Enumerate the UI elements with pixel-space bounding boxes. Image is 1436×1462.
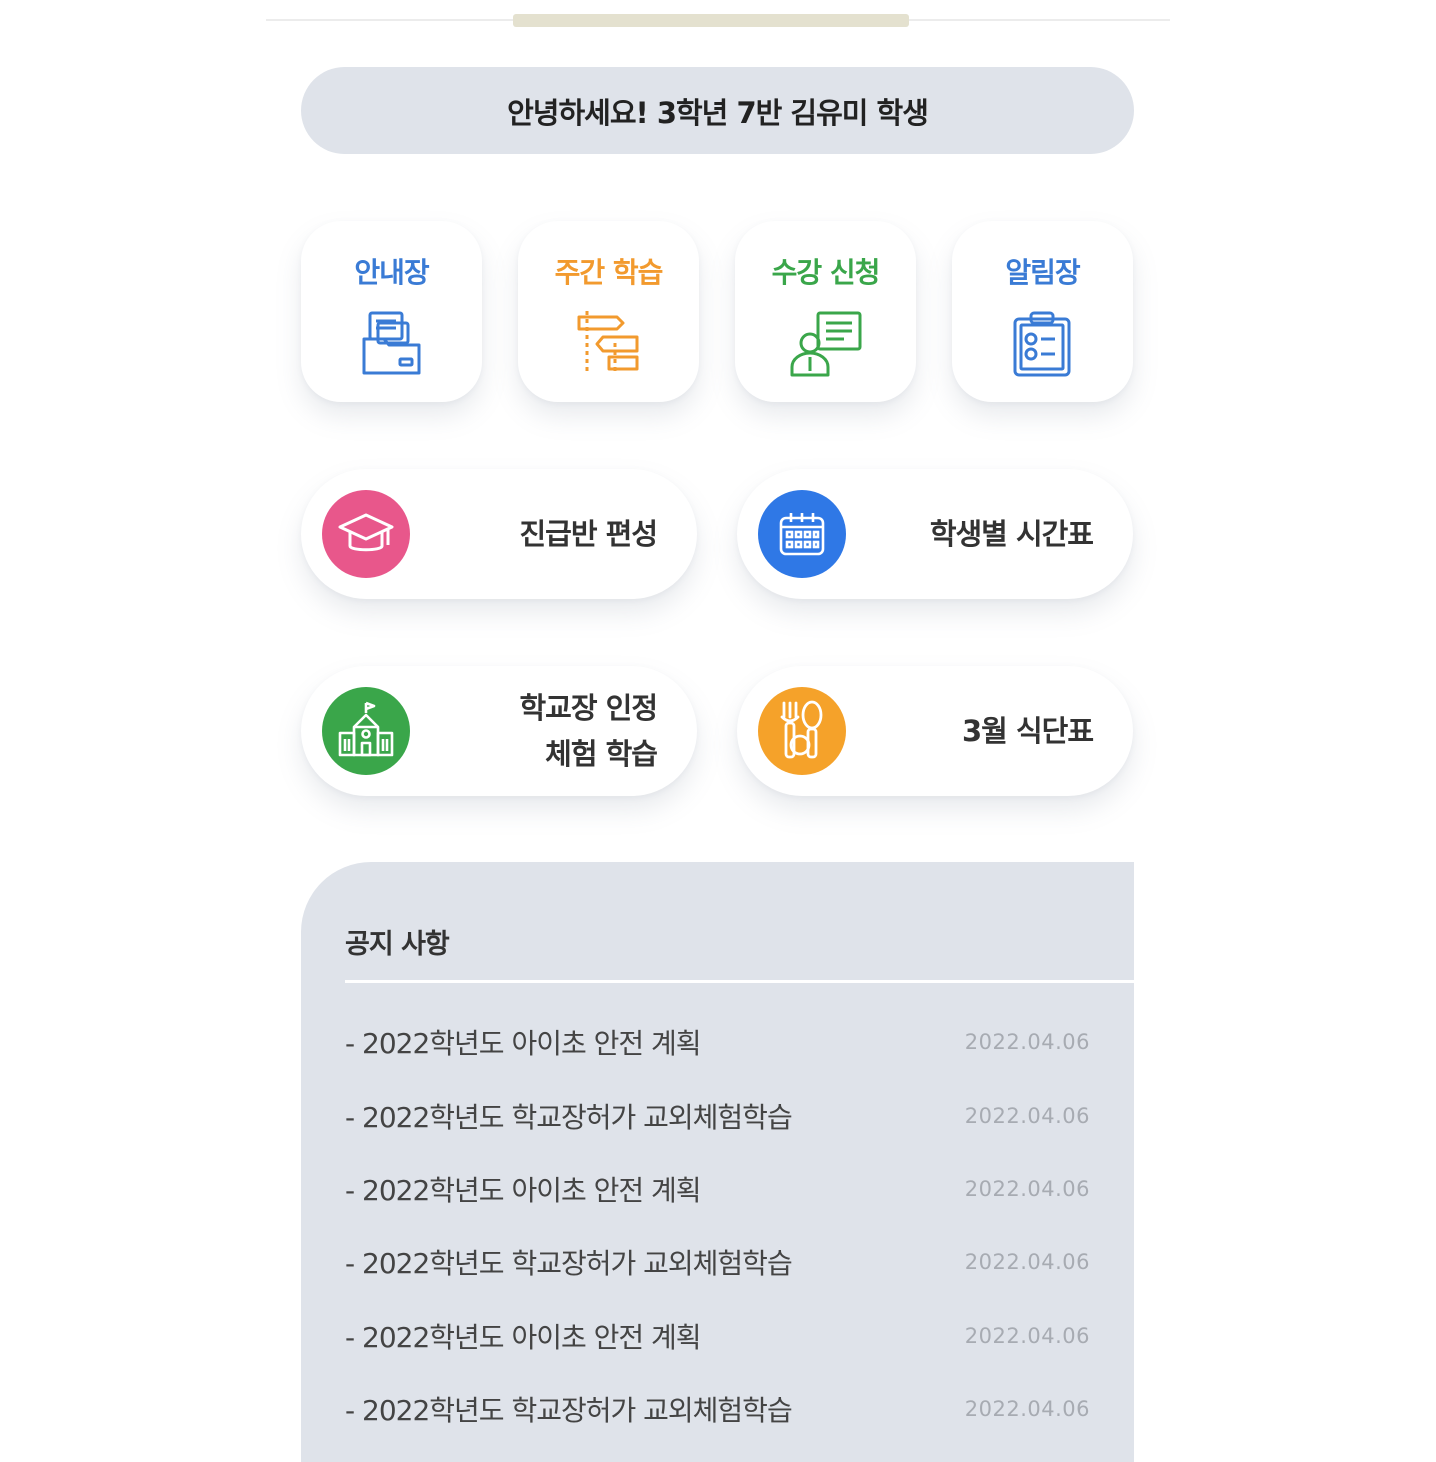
field-trip-button[interactable]: 학교장 인정 체험 학습: [301, 666, 697, 796]
clipboard-checklist-icon: [1013, 311, 1070, 377]
school-building-icon: [338, 701, 394, 757]
notice-item-date: 2022.04.06: [964, 1250, 1090, 1274]
folder-documents-icon: [362, 311, 420, 375]
notice-item-title: - 2022학년도 아이초 안전 계획: [345, 1174, 702, 1207]
presenter-board-icon: [790, 311, 861, 377]
notice-item[interactable]: - 2022학년도 학교장허가 교외체험학습 2022.04.06: [345, 1242, 1090, 1282]
circle-badge: [322, 687, 410, 775]
circle-badge: [758, 490, 846, 578]
notice-item[interactable]: - 2022학년도 아이초 안전 계획 2022.04.06: [345, 1316, 1090, 1356]
class-assignment-button[interactable]: 진급반 편성: [301, 469, 697, 599]
notice-item-title: - 2022학년도 학교장허가 교외체험학습: [345, 1101, 793, 1134]
pill-label: 진급반 편성: [519, 517, 658, 551]
graduation-cap-icon: [338, 513, 394, 552]
tile-label: 알림장: [1005, 256, 1080, 289]
tile-notification[interactable]: 알림장: [952, 221, 1133, 402]
notice-item[interactable]: - 2022학년도 아이초 안전 계획 2022.04.06: [345, 1022, 1090, 1062]
tile-notice-letter[interactable]: 안내장: [301, 221, 482, 402]
menu-button[interactable]: 3월 식단표: [737, 666, 1133, 796]
calendar-icon: [779, 513, 825, 556]
circle-badge: [758, 687, 846, 775]
student-timetable-button[interactable]: 학생별 시간표: [737, 469, 1133, 599]
pill-label-line: 학교장 인정: [519, 691, 658, 725]
pill-label: 학교장 인정 체험 학습: [520, 666, 658, 796]
greeting-text: 안녕하세요! 3학년 7반 김유미 학생: [507, 95, 929, 130]
pill-label: 학생별 시간표: [929, 517, 1094, 551]
pill-label: 3월 식단표: [962, 714, 1094, 748]
tile-label: 주간 학습: [554, 256, 664, 289]
fork-spoon-icon: [780, 700, 823, 759]
notice-item-title: - 2022학년도 학교장허가 교외체험학습: [345, 1394, 793, 1427]
notice-item[interactable]: - 2022학년도 학교장허가 교외체험학습 2022.04.06: [345, 1096, 1090, 1136]
tile-label: 안내장: [354, 256, 429, 289]
notice-item-date: 2022.04.06: [964, 1177, 1090, 1201]
signpost-icon: [577, 311, 638, 375]
tile-label: 수강 신청: [771, 256, 881, 289]
notice-item-date: 2022.04.06: [964, 1397, 1090, 1421]
notice-item-date: 2022.04.06: [964, 1030, 1090, 1054]
notice-item[interactable]: - 2022학년도 학교장허가 교외체험학습 2022.04.06: [345, 1389, 1090, 1429]
tile-weekly-learning[interactable]: 주간 학습: [518, 221, 699, 402]
notice-panel: 공지 사항 - 2022학년도 아이초 안전 계획 2022.04.06 - 2…: [301, 862, 1134, 1462]
pill-label-line: 체험 학습: [545, 737, 658, 771]
notice-item-title: - 2022학년도 아이초 안전 계획: [345, 1321, 702, 1354]
notice-item-date: 2022.04.06: [964, 1104, 1090, 1128]
notice-item-date: 2022.04.06: [964, 1324, 1090, 1348]
tile-course-registration[interactable]: 수강 신청: [735, 221, 916, 402]
notice-item-title: - 2022학년도 아이초 안전 계획: [345, 1027, 702, 1060]
notice-item[interactable]: - 2022학년도 아이초 안전 계획 2022.04.06: [345, 1169, 1090, 1209]
drag-handle[interactable]: [513, 14, 909, 27]
greeting-banner: 안녕하세요! 3학년 7반 김유미 학생: [301, 67, 1134, 154]
notice-item-title: - 2022학년도 학교장허가 교외체험학습: [345, 1247, 793, 1280]
notice-divider: [345, 980, 1134, 983]
notice-title: 공지 사항: [345, 929, 450, 960]
circle-badge: [322, 490, 410, 578]
